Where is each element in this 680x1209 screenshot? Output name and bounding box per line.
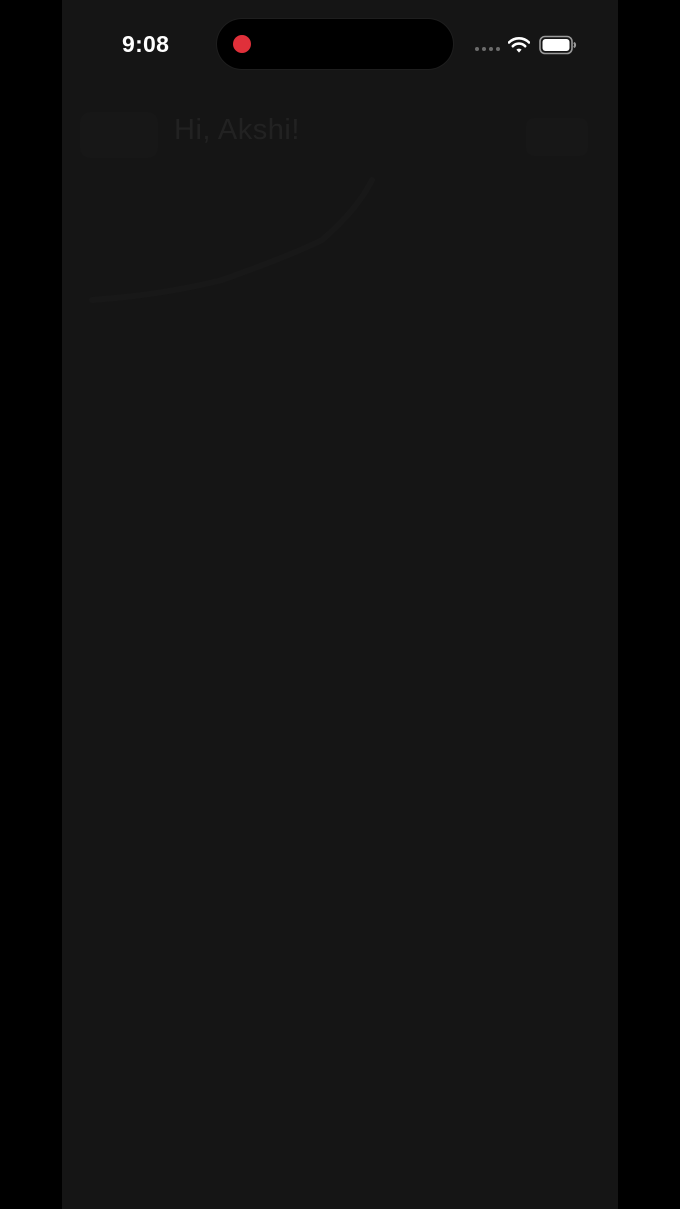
status-bar: 9:08 [62, 0, 618, 90]
header-action-button[interactable] [526, 118, 588, 156]
dynamic-island [217, 19, 453, 69]
app-header: Hi, Akshi! [62, 100, 618, 180]
phone-screen: 9:08 Hi, Akshi! [62, 0, 618, 1209]
avatar[interactable] [80, 112, 158, 158]
battery-icon [539, 35, 577, 55]
status-time: 9:08 [122, 31, 170, 57]
greeting-title: Hi, Akshi! [174, 114, 300, 146]
recording-indicator-icon [233, 35, 251, 53]
loading-chart-placeholder [89, 177, 375, 303]
wifi-icon [508, 37, 530, 53]
cellular-icon [475, 47, 503, 53]
